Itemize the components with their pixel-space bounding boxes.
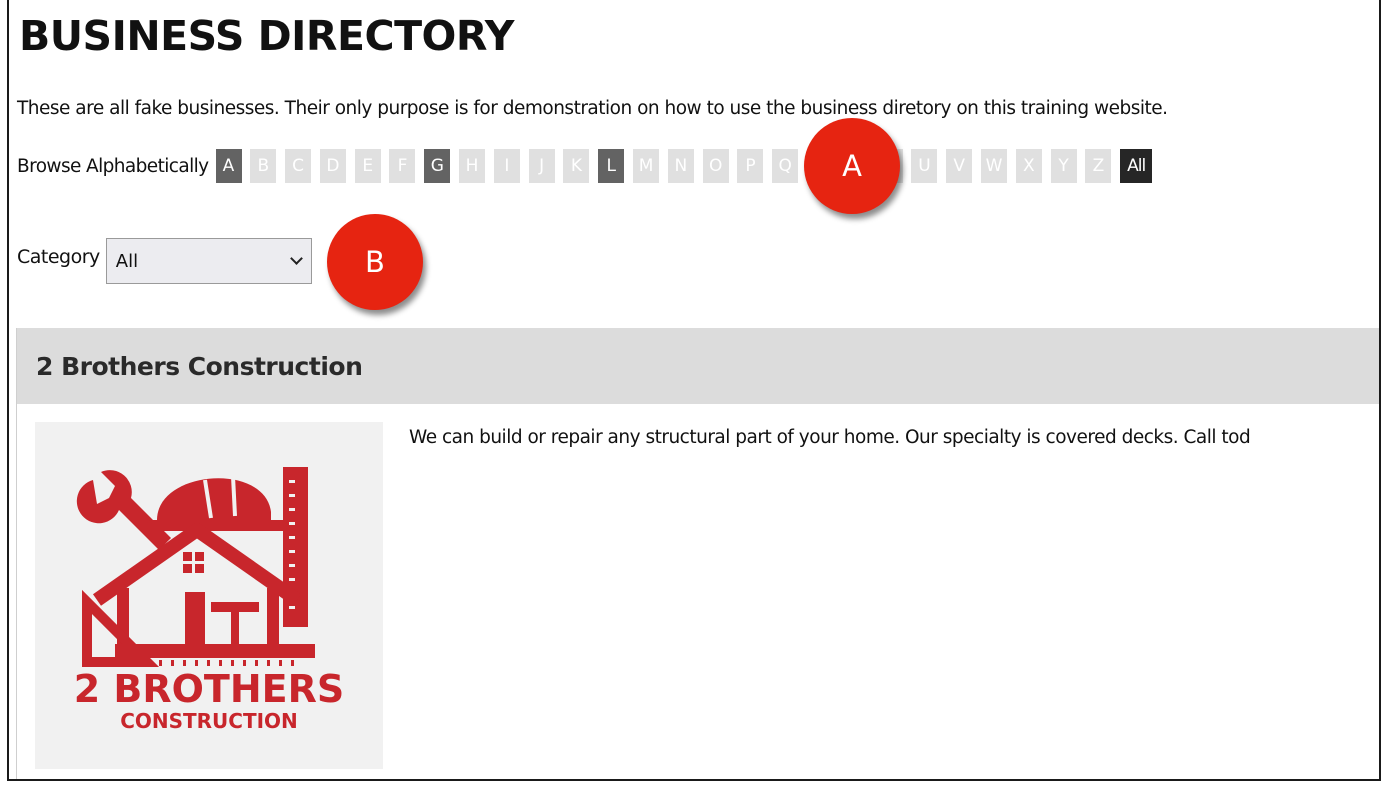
letter-h-button: H	[459, 149, 486, 183]
letter-l-button[interactable]: L	[598, 149, 625, 183]
letter-all-button[interactable]: All	[1120, 149, 1153, 183]
letter-m-button: M	[633, 149, 660, 183]
category-selected-value: All	[115, 250, 139, 272]
browse-alphabetically-bar: Browse Alphabetically ABCDEFGHIJKLMNOPQR…	[17, 149, 1161, 183]
letter-i-button: I	[493, 149, 520, 183]
letter-e-button: E	[354, 149, 381, 183]
page-title: BUSINESS DIRECTORY	[19, 12, 514, 60]
letter-z-button: Z	[1085, 149, 1112, 183]
letter-f-button: F	[389, 149, 416, 183]
letter-v-button: V	[946, 149, 973, 183]
letter-u-button: U	[911, 149, 938, 183]
letter-q-button: Q	[772, 149, 799, 183]
letter-w-button: W	[981, 149, 1008, 183]
letter-list: ABCDEFGHIJKLMNOPQRSTUVWXYZAll	[215, 149, 1162, 183]
letter-a-button[interactable]: A	[215, 149, 242, 183]
letter-d-button: D	[319, 149, 346, 183]
letter-k-button: K	[563, 149, 590, 183]
listing-header: 2 Brothers Construction	[16, 328, 1379, 404]
listing-body: 2 BROTHERS CONSTRUCTION We can build or …	[16, 404, 1379, 779]
letter-y-button: Y	[1050, 149, 1077, 183]
listing-description: We can build or repair any structural pa…	[409, 427, 1251, 448]
letter-x-button: X	[1015, 149, 1042, 183]
browse-label: Browse Alphabetically	[17, 155, 209, 177]
page-frame: BUSINESS DIRECTORY These are all fake bu…	[7, 0, 1381, 781]
category-select[interactable]: All	[105, 238, 312, 284]
listing-title: 2 Brothers Construction	[36, 352, 363, 381]
chevron-down-icon	[289, 252, 303, 265]
callout-a-marker: A	[804, 118, 900, 214]
intro-text: These are all fake businesses. Their onl…	[17, 98, 1168, 119]
svg-text:CONSTRUCTION: CONSTRUCTION	[120, 709, 298, 733]
category-filter: Category All	[17, 238, 312, 284]
callout-b-marker: B	[327, 214, 423, 310]
construction-logo-icon: 2 BROTHERS CONSTRUCTION	[74, 467, 345, 733]
letter-j-button: J	[528, 149, 555, 183]
category-label: Category	[17, 246, 100, 268]
letter-g-button[interactable]: G	[424, 149, 451, 183]
letter-n-button: N	[667, 149, 694, 183]
letter-b-button: B	[250, 149, 277, 183]
letter-o-button: O	[702, 149, 729, 183]
svg-text:2 BROTHERS: 2 BROTHERS	[74, 667, 345, 711]
letter-p-button: P	[737, 149, 764, 183]
business-logo: 2 BROTHERS CONSTRUCTION	[35, 422, 383, 769]
letter-c-button: C	[285, 149, 312, 183]
